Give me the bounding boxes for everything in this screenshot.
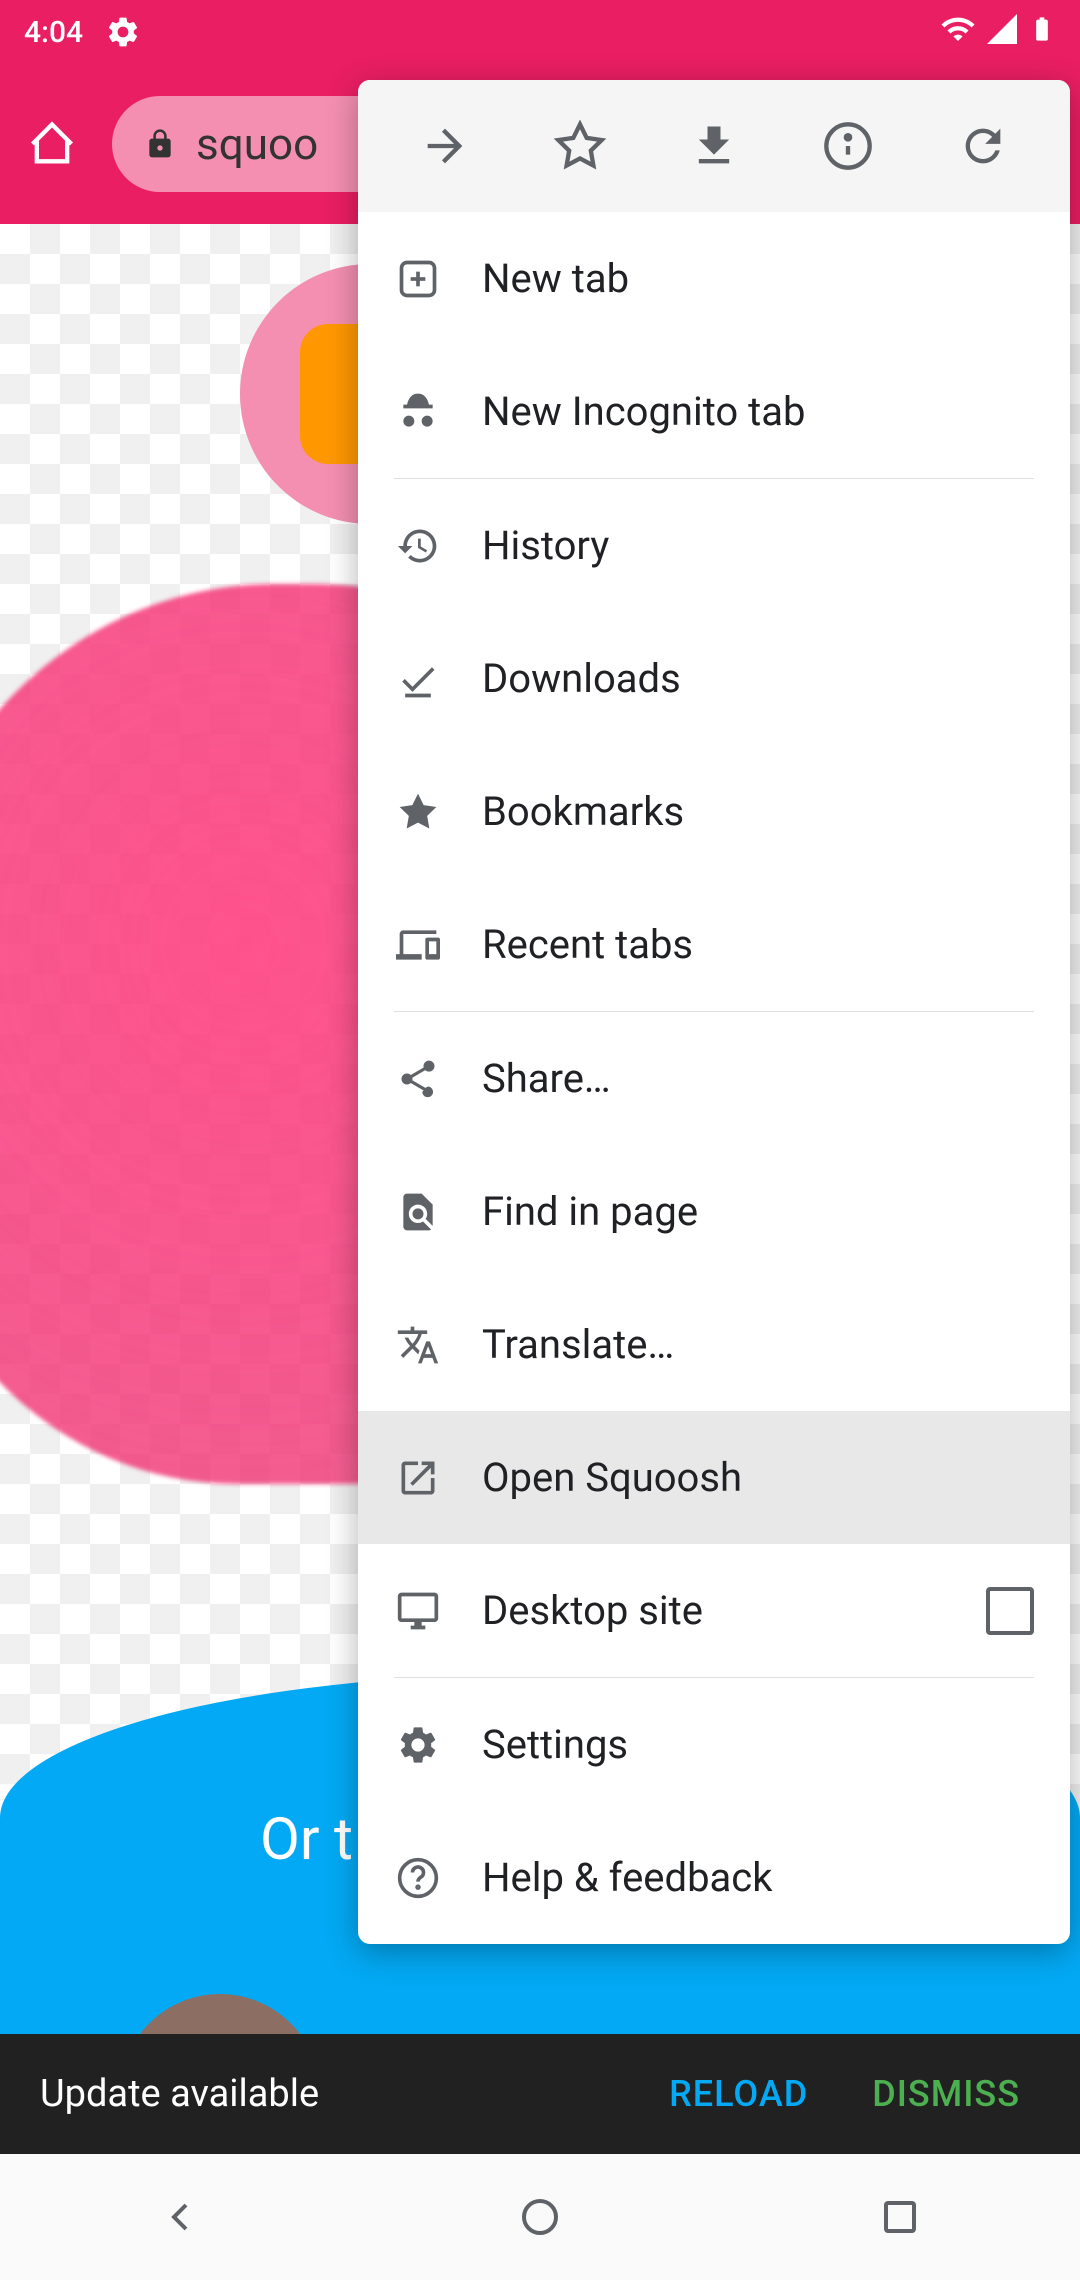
find-in-page-icon	[394, 1188, 442, 1236]
menu-label: New tab	[482, 255, 629, 302]
url-text: squoo	[196, 118, 318, 170]
menu-label: Share…	[482, 1055, 611, 1102]
info-button[interactable]	[808, 106, 888, 186]
page-text: Or t	[260, 1806, 353, 1874]
menu-item-desktop-site[interactable]: Desktop site	[358, 1544, 1070, 1677]
menu-item-open-squoosh[interactable]: Open Squoosh	[358, 1411, 1070, 1544]
snackbar: Update available RELOAD DISMISS	[0, 2034, 1080, 2154]
help-icon	[394, 1854, 442, 1902]
new-tab-icon	[394, 255, 442, 303]
menu-label: Downloads	[482, 655, 681, 702]
nav-back-button[interactable]	[140, 2177, 220, 2257]
bookmarks-icon	[394, 788, 442, 836]
snackbar-dismiss-button[interactable]: DISMISS	[852, 2061, 1040, 2127]
lock-icon	[144, 128, 176, 160]
menu-item-settings[interactable]: Settings	[358, 1678, 1070, 1811]
nav-recent-button[interactable]	[860, 2177, 940, 2257]
downloads-icon	[394, 655, 442, 703]
forward-button[interactable]	[405, 106, 485, 186]
menu-item-recent-tabs[interactable]: Recent tabs	[358, 878, 1070, 1011]
reload-button[interactable]	[943, 106, 1023, 186]
share-icon	[394, 1055, 442, 1103]
wifi-icon	[940, 11, 976, 54]
menu-item-find-in-page[interactable]: Find in page	[358, 1145, 1070, 1278]
menu-item-bookmarks[interactable]: Bookmarks	[358, 745, 1070, 878]
open-app-icon	[394, 1454, 442, 1502]
menu-item-translate[interactable]: Translate…	[358, 1278, 1070, 1411]
download-button[interactable]	[674, 106, 754, 186]
gear-icon	[103, 12, 143, 52]
menu-label: Settings	[482, 1721, 628, 1768]
incognito-icon	[394, 388, 442, 436]
menu-label: Open Squoosh	[482, 1454, 742, 1501]
menu-label: Translate…	[482, 1321, 674, 1368]
battery-icon	[1028, 9, 1056, 56]
bookmark-button[interactable]	[540, 106, 620, 186]
menu-label: Bookmarks	[482, 788, 684, 835]
menu-item-share[interactable]: Share…	[358, 1012, 1070, 1145]
translate-icon	[394, 1321, 442, 1369]
menu-top-actions	[358, 80, 1070, 212]
menu-label: Find in page	[482, 1188, 698, 1235]
history-icon	[394, 522, 442, 570]
menu-label: New Incognito tab	[482, 388, 805, 435]
menu-item-incognito[interactable]: New Incognito tab	[358, 345, 1070, 478]
menu-item-help[interactable]: Help & feedback	[358, 1811, 1070, 1944]
status-time: 4:04	[24, 15, 83, 50]
snackbar-reload-button[interactable]: RELOAD	[649, 2061, 828, 2127]
home-button[interactable]	[16, 108, 88, 180]
recent-tabs-icon	[394, 921, 442, 969]
menu-label: History	[482, 522, 609, 569]
settings-icon	[394, 1721, 442, 1769]
snackbar-message: Update available	[40, 2072, 625, 2116]
desktop-icon	[394, 1587, 442, 1635]
nav-home-button[interactable]	[500, 2177, 580, 2257]
signal-icon	[984, 11, 1020, 54]
menu-label: Recent tabs	[482, 921, 693, 968]
menu-item-history[interactable]: History	[358, 479, 1070, 612]
android-status-bar: 4:04	[0, 0, 1080, 64]
desktop-site-checkbox[interactable]	[986, 1587, 1034, 1635]
browser-menu: New tab New Incognito tab History Downlo…	[358, 80, 1070, 1944]
menu-item-new-tab[interactable]: New tab	[358, 212, 1070, 345]
menu-label: Help & feedback	[482, 1854, 773, 1901]
menu-label: Desktop site	[482, 1587, 703, 1634]
android-nav-bar	[0, 2154, 1080, 2280]
menu-item-downloads[interactable]: Downloads	[358, 612, 1070, 745]
